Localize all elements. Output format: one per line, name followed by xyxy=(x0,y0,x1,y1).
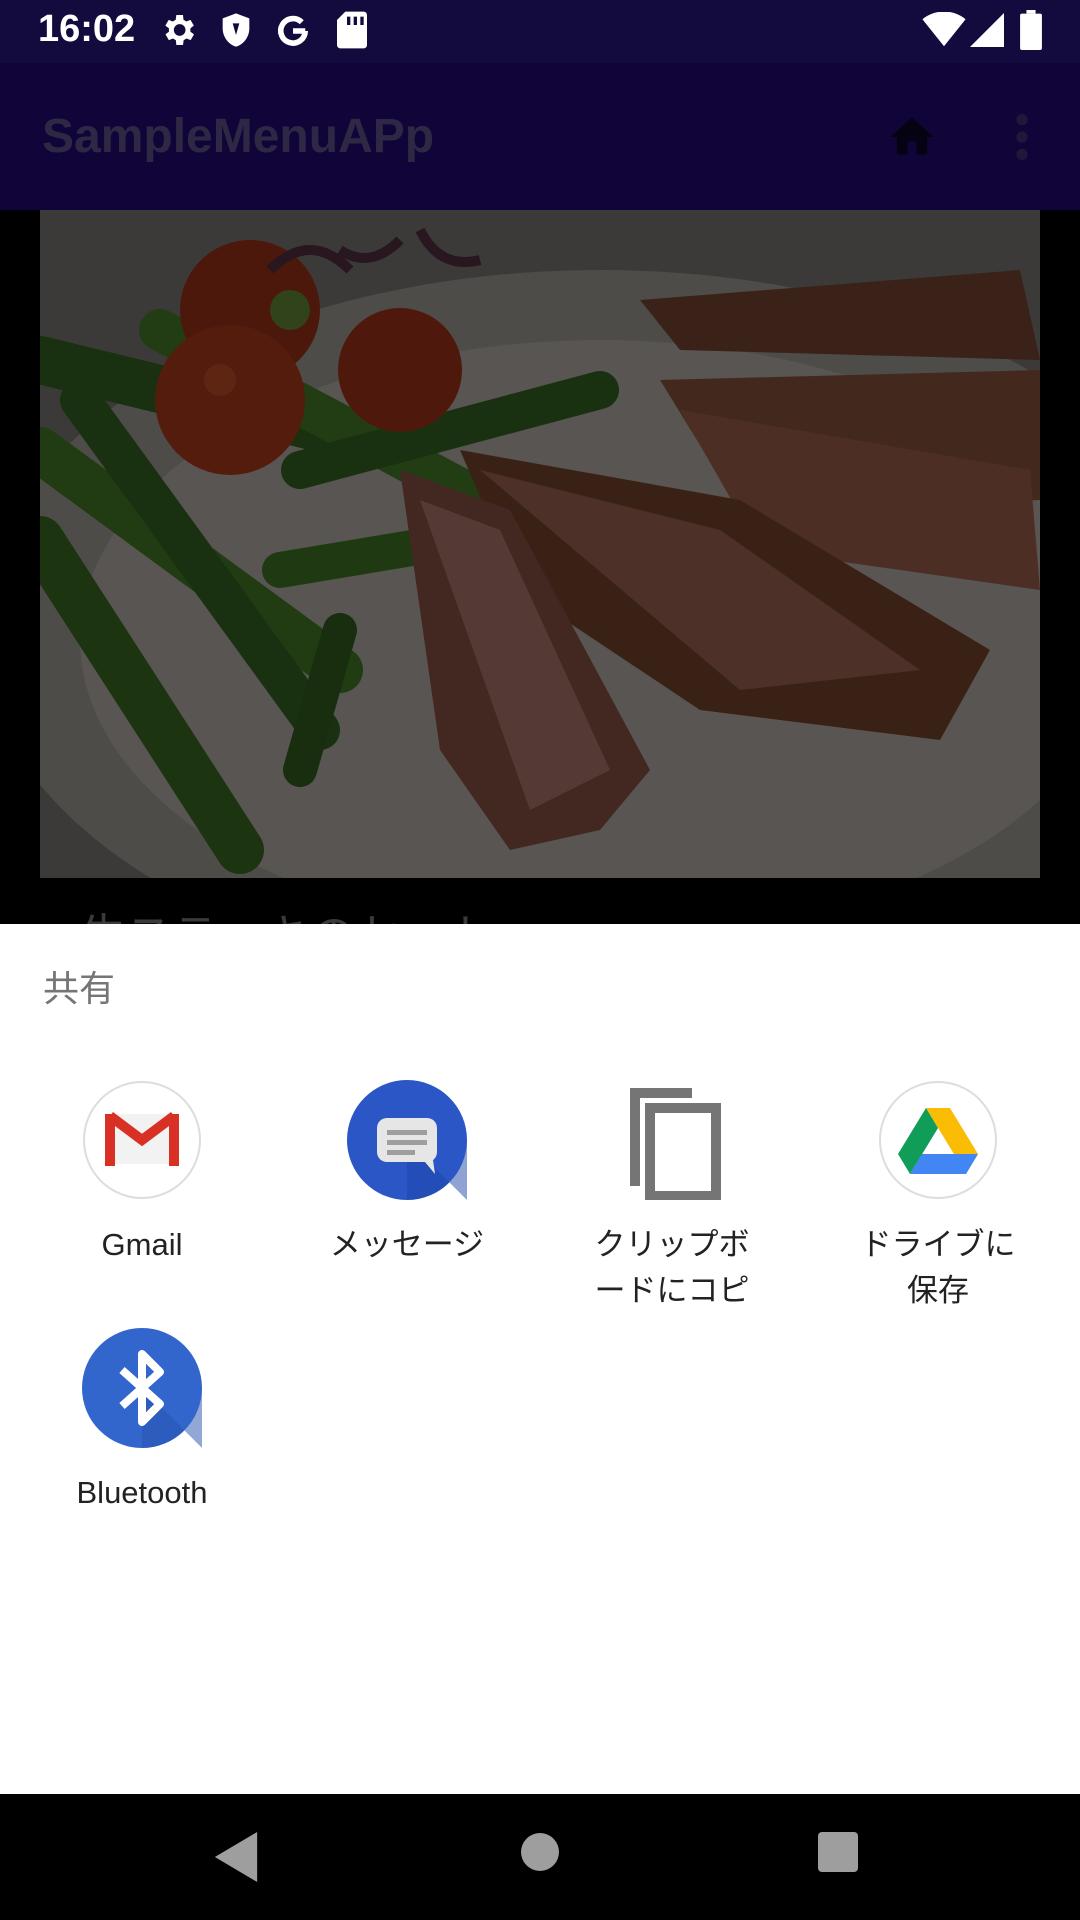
wifi-icon xyxy=(922,12,966,47)
share-sheet-title: 共有 xyxy=(43,969,116,1010)
share-target-gmail[interactable]: Gmail xyxy=(22,1080,262,1290)
sd-card-icon xyxy=(337,11,367,49)
share-target-label: ドライブに 保存 xyxy=(860,1227,1016,1308)
scrim[interactable] xyxy=(0,63,1080,924)
back-icon[interactable] xyxy=(214,1832,258,1882)
share-target-label: Gmail xyxy=(101,1227,183,1262)
home-circle-icon[interactable] xyxy=(520,1832,560,1872)
share-target-clipboard[interactable]: クリップボ ードにコピ xyxy=(552,1080,792,1330)
share-target-bluetooth[interactable]: Bluetooth xyxy=(22,1328,262,1538)
share-target-label: メッセージ xyxy=(329,1227,485,1262)
gear-icon xyxy=(165,15,194,45)
share-target-drive[interactable]: ドライブに 保存 xyxy=(818,1080,1058,1330)
status-bar: 16:02 xyxy=(0,0,1080,63)
shield-icon xyxy=(222,13,250,47)
share-target-messages[interactable]: メッセージ xyxy=(287,1080,527,1290)
clipboard-copy-icon xyxy=(630,1088,721,1200)
battery-icon xyxy=(1020,10,1042,50)
share-sheet: 共有 Gmail メッセージ クリップボ ードにコピ ドライブに 保存 Blue… xyxy=(0,924,1080,1794)
status-time: 16:02 xyxy=(38,8,136,50)
recents-icon[interactable] xyxy=(818,1832,858,1872)
gmail-icon xyxy=(83,1081,201,1199)
bluetooth-icon xyxy=(82,1328,202,1448)
google-drive-icon xyxy=(879,1081,997,1199)
signal-icon xyxy=(970,13,1004,47)
navigation-bar xyxy=(0,1794,1080,1920)
google-icon xyxy=(277,15,309,46)
share-target-label: Bluetooth xyxy=(76,1475,208,1510)
share-target-label: クリップボ ードにコピ xyxy=(594,1227,750,1308)
messages-icon xyxy=(347,1080,467,1200)
